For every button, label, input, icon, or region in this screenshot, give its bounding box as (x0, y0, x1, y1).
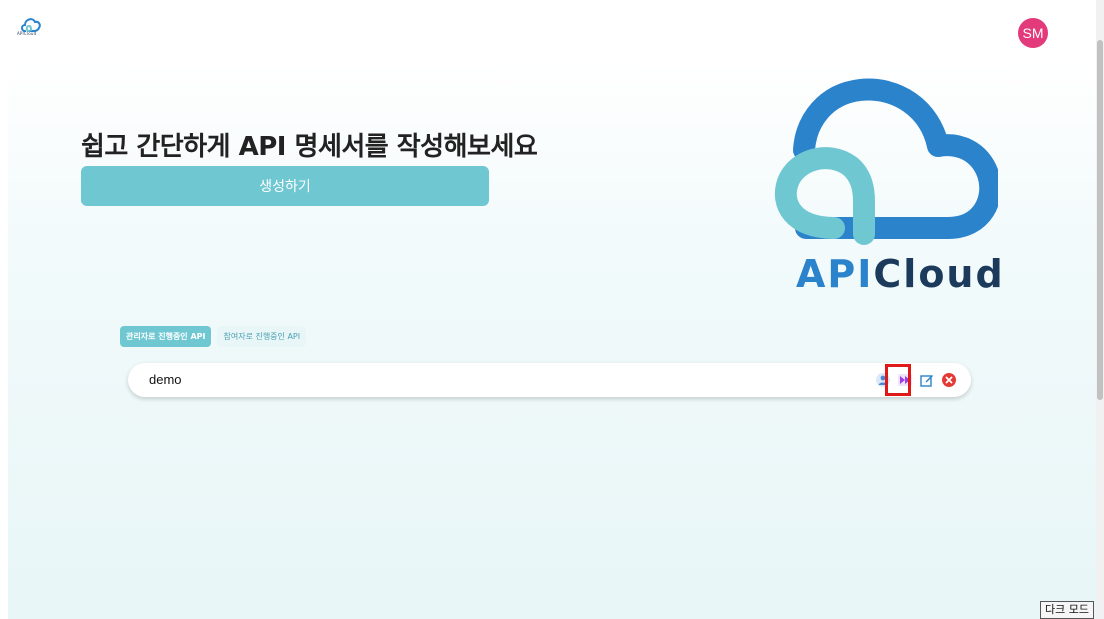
logo-text-api: API (796, 252, 874, 296)
dark-mode-button[interactable]: 다크 모드 (1040, 601, 1094, 619)
logo-small-text: APICloud (17, 31, 37, 36)
apicloud-cloud-logo (774, 78, 998, 245)
tab-participant-apis[interactable]: 참여자로 진행중인 API (217, 326, 307, 347)
user-avatar[interactable]: SM (1018, 18, 1048, 48)
top-bar: APICloud SM (8, 0, 1096, 62)
api-list-item[interactable]: demo (128, 363, 971, 397)
edit-icon[interactable] (919, 372, 935, 388)
api-name[interactable]: demo (149, 372, 182, 387)
delete-icon[interactable] (941, 372, 957, 388)
tab-admin-apis[interactable]: 관리자로 진행중인 API (120, 326, 212, 347)
api-tabs: 관리자로 진행중인 API 참여자로 진행중인 API (120, 326, 307, 347)
user-icon[interactable] (875, 372, 891, 388)
page-headline: 쉽고 간단하게 API 명세서를 작성해보세요 (81, 132, 538, 162)
main-page: APICloud SM 쉽고 간단하게 API 명세서를 작성해보세요 생성하기… (8, 0, 1096, 619)
api-actions (875, 372, 957, 388)
scrollbar-thumb[interactable] (1097, 40, 1103, 400)
apicloud-logo-text: APICloud (796, 252, 1005, 296)
logo-text-cloud: Cloud (873, 252, 1005, 296)
run-icon[interactable] (897, 372, 913, 388)
create-api-button[interactable]: 생성하기 (81, 166, 489, 206)
